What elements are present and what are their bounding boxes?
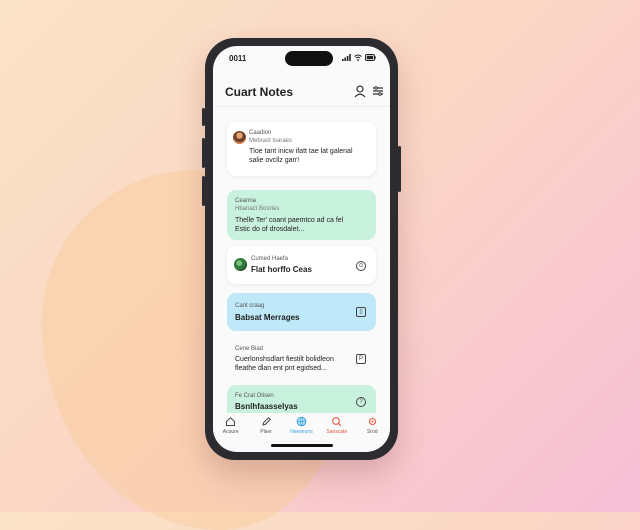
status-icons: [342, 54, 376, 61]
tab-label: Sanscate: [326, 429, 348, 435]
signal-icon: [342, 54, 351, 61]
note-subtitle: Hbanact Bosrtes: [235, 206, 280, 212]
note-title: Flat horffo Ceas: [251, 265, 312, 274]
note-body-line: Tloe tant inicw ifatt tae lat galenal: [249, 148, 353, 155]
tab-profile[interactable]: Srod: [357, 413, 387, 443]
note-author: Cene Biad: [235, 346, 264, 352]
clock-icon[interactable]: ⊙: [356, 261, 366, 271]
volume-up-button: [202, 138, 205, 168]
note-title: Babsat Merrages: [235, 313, 300, 322]
note-card[interactable]: Cant craag Babsat Merrages ▯: [227, 293, 376, 331]
phone-frame: 0011 Cuart Notes Caadion Mebrast Isaraes…: [202, 38, 401, 460]
avatar: [234, 258, 247, 271]
wifi-icon: [354, 54, 362, 61]
note-body-line: fleathe dlan ent pnt egidsed...: [235, 365, 327, 372]
note-card[interactable]: Cumed Haefa Flat horffo Ceas ⊙: [227, 246, 376, 284]
note-card[interactable]: Cene Biad Cuerlonshsdlart fiestilt bolid…: [227, 338, 376, 384]
avatar: [233, 131, 246, 144]
home-indicator: [271, 444, 333, 447]
note-body-line: Estic do of drosdalet...: [235, 226, 305, 233]
note-icon[interactable]: ▯: [356, 307, 366, 317]
note-author: Cumed Haefa: [251, 256, 289, 262]
page-icon[interactable]: P: [356, 354, 366, 364]
note-card[interactable]: Caadion Mebrast Isaraes Tloe tant inicw …: [227, 122, 376, 176]
tab-label: Neeseuns: [290, 429, 313, 435]
edit-icon: [261, 417, 271, 426]
note-author: Fe Crat Olisen: [235, 393, 274, 399]
tab-edit[interactable]: Plaer: [251, 413, 281, 443]
battery-icon: [365, 54, 376, 61]
settings-icon: [368, 417, 376, 426]
tab-home[interactable]: Acoure: [216, 413, 246, 443]
tab-bar: Acoure Plaer Neeseuns Sanscate Srod: [213, 413, 390, 443]
home-icon: [226, 417, 236, 426]
tab-search[interactable]: Sanscate: [322, 413, 352, 443]
tab-explore[interactable]: Neeseuns: [286, 413, 316, 443]
note-author: Caadion: [249, 130, 272, 136]
note-author: Ceanna: [235, 198, 257, 204]
status-time: 0011: [229, 54, 247, 63]
header-divider: [213, 106, 390, 107]
globe-icon: [296, 416, 307, 427]
note-body-line: Thelle Ter' coant paemtco ad ca fel: [235, 217, 344, 224]
action-button: [202, 108, 205, 126]
help-icon[interactable]: ?: [356, 397, 366, 407]
dynamic-island: [285, 51, 333, 66]
page-title: Cuart Notes: [225, 85, 294, 99]
volume-down-button: [202, 176, 205, 206]
profile-icon[interactable]: [353, 84, 367, 98]
tab-label: Acoure: [222, 429, 239, 435]
tab-label: Srod: [366, 429, 378, 435]
tab-label: Plaer: [260, 429, 272, 435]
filter-icon[interactable]: [371, 84, 385, 98]
phone-screen: 0011 Cuart Notes Caadion Mebrast Isaraes…: [213, 46, 390, 452]
note-subtitle: Mebrast Isaraes: [249, 138, 293, 144]
note-body-line: Cuerlonshsdlart fiestilt bolidleon: [235, 356, 334, 363]
note-author: Cant craag: [235, 303, 265, 309]
search-icon: [332, 417, 342, 427]
note-title: Bsnlhfaasselyas: [235, 402, 298, 411]
note-card[interactable]: Ceanna Hbanact Bosrtes Thelle Ter' coant…: [227, 190, 376, 240]
power-button: [398, 146, 401, 192]
note-body-line: salie ovcllz garr!: [249, 157, 300, 164]
